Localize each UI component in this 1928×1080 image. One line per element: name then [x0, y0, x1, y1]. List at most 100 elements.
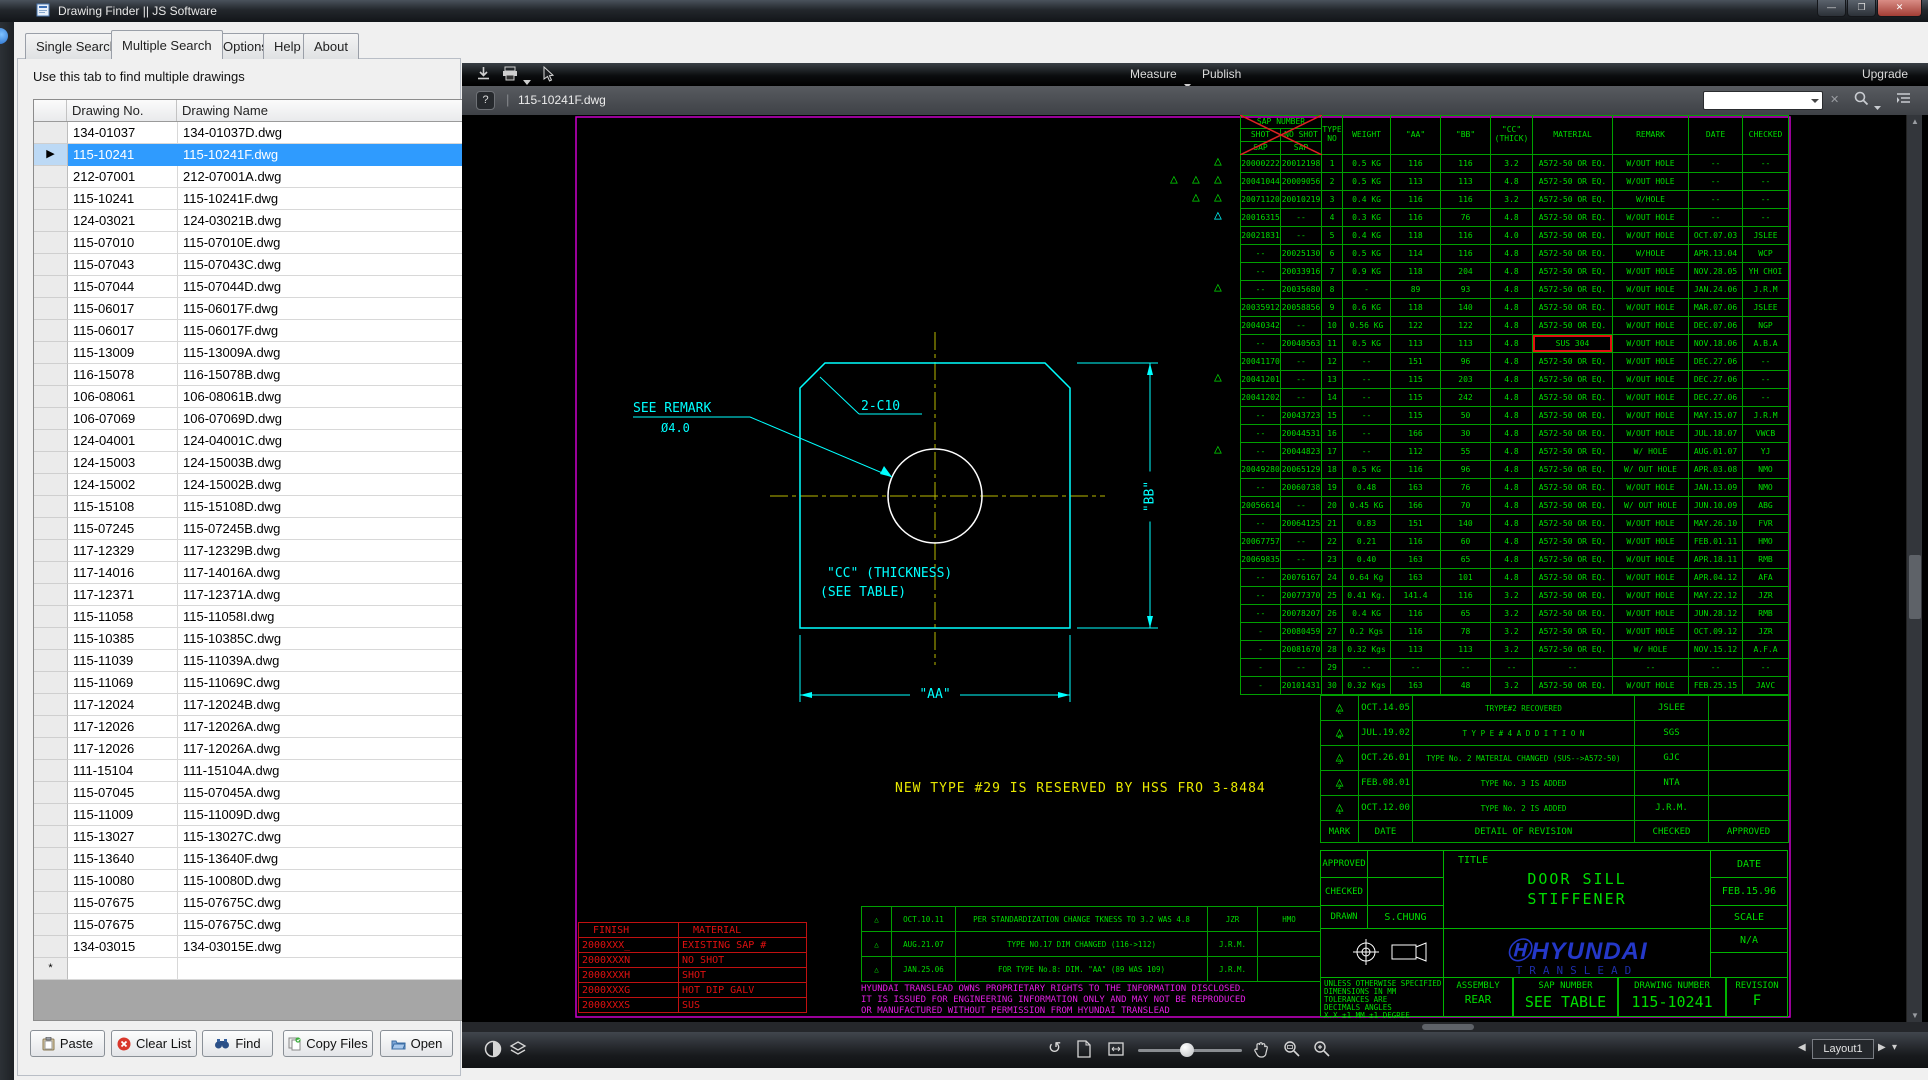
cell-drawing-no[interactable]: 115-13027	[68, 826, 178, 848]
scroll-up-icon[interactable]: ▲	[1911, 117, 1919, 126]
row-header[interactable]	[34, 518, 68, 540]
row-header[interactable]	[34, 210, 68, 232]
row-header[interactable]	[34, 254, 68, 276]
row-header[interactable]	[34, 716, 68, 738]
help-button[interactable]: ?	[476, 91, 495, 110]
row-header[interactable]	[34, 892, 68, 914]
row-header[interactable]	[34, 298, 68, 320]
cell-drawing-no[interactable]: 115-06017	[68, 320, 178, 342]
cell-drawing-no[interactable]: 212-07001	[68, 166, 178, 188]
layout-selector[interactable]: Layout1	[1812, 1039, 1874, 1059]
tab-about[interactable]: About	[303, 33, 359, 59]
cell-drawing-no[interactable]: 115-10241	[68, 144, 178, 166]
cell-drawing-no[interactable]: 115-11009	[68, 804, 178, 826]
row-header[interactable]	[34, 232, 68, 254]
cell-drawing-no[interactable]: 115-15108	[68, 496, 178, 518]
zoom-area-icon[interactable]	[1283, 1040, 1301, 1063]
maximize-button[interactable]: ❐	[1847, 0, 1876, 17]
clear-search-icon[interactable]: ✕	[1830, 93, 1839, 106]
panel-toggle-icon[interactable]	[1896, 92, 1911, 111]
cell-drawing-no[interactable]: 134-01037	[68, 122, 178, 144]
cell-drawing-no[interactable]: 115-07045	[68, 782, 178, 804]
horizontal-scrollbar[interactable]	[462, 1022, 1928, 1032]
row-header[interactable]	[34, 188, 68, 210]
upgrade-button[interactable]: Upgrade	[1862, 67, 1908, 81]
zoom-slider[interactable]	[1138, 1049, 1242, 1052]
cell-drawing-no[interactable]: 115-10241	[68, 188, 178, 210]
row-header[interactable]	[34, 386, 68, 408]
hscroll-thumb[interactable]	[1422, 1024, 1474, 1030]
cell-drawing-no[interactable]: 106-07069	[68, 408, 178, 430]
cell-drawing-no[interactable]: 106-08061	[68, 386, 178, 408]
row-header[interactable]	[34, 694, 68, 716]
cell-drawing-no[interactable]: 111-15104	[68, 760, 178, 782]
minimize-button[interactable]: —	[1817, 0, 1846, 17]
titlebar[interactable]: Drawing Finder || JS Software — ❐ ✕	[0, 0, 1928, 22]
cell-drawing-no[interactable]: 115-13640	[68, 848, 178, 870]
row-header[interactable]	[34, 320, 68, 342]
row-header[interactable]	[34, 474, 68, 496]
row-header[interactable]	[34, 914, 68, 936]
download-icon[interactable]	[476, 66, 491, 86]
cell-drawing-no[interactable]: 124-03021	[68, 210, 178, 232]
cell-drawing-no[interactable]: 115-11039	[68, 650, 178, 672]
row-header[interactable]	[34, 540, 68, 562]
cell-drawing-no[interactable]: 134-03015	[68, 936, 178, 958]
cell-drawing-no[interactable]: 115-07044	[68, 276, 178, 298]
select-cursor-icon[interactable]	[542, 66, 554, 87]
search-input[interactable]	[1703, 91, 1823, 110]
row-header[interactable]	[34, 628, 68, 650]
row-header[interactable]	[34, 122, 68, 144]
row-header[interactable]	[34, 496, 68, 518]
row-header[interactable]	[34, 672, 68, 694]
row-header[interactable]	[34, 826, 68, 848]
close-button[interactable]: ✕	[1877, 0, 1922, 17]
cell-drawing-no[interactable]: 115-07675	[68, 892, 178, 914]
cell-drawing-no[interactable]: 117-12371	[68, 584, 178, 606]
row-header[interactable]	[34, 936, 68, 958]
cell-drawing-no[interactable]: 115-07010	[68, 232, 178, 254]
row-header[interactable]	[34, 650, 68, 672]
chevron-down-icon[interactable]	[1811, 99, 1819, 107]
undo-icon[interactable]: ↺	[1048, 1038, 1061, 1058]
row-header[interactable]	[34, 606, 68, 628]
measure-button[interactable]: Measure	[1130, 67, 1177, 81]
column-header-drawing-no[interactable]: Drawing No.	[67, 100, 177, 121]
layout-caret-icon[interactable]: ▾	[1892, 1042, 1897, 1053]
cell-drawing-no[interactable]: 117-12026	[68, 738, 178, 760]
paste-button[interactable]: Paste	[30, 1030, 105, 1057]
row-header[interactable]	[34, 738, 68, 760]
cell-drawing-no[interactable]: 115-06017	[68, 298, 178, 320]
vertical-scrollbar[interactable]: ▲ ▼	[1906, 115, 1922, 1022]
zoom-in-icon[interactable]	[1313, 1040, 1331, 1063]
cell-drawing-no[interactable]: 117-12329	[68, 540, 178, 562]
cell-drawing-no[interactable]: 115-10385	[68, 628, 178, 650]
row-header[interactable]	[34, 430, 68, 452]
vscroll-thumb[interactable]	[1909, 555, 1921, 619]
zoom-slider-handle[interactable]	[1180, 1043, 1194, 1057]
cell-drawing-no[interactable]: 115-07675	[68, 914, 178, 936]
row-header[interactable]	[34, 584, 68, 606]
row-header[interactable]	[34, 760, 68, 782]
cell-drawing-no[interactable]: 115-07245	[68, 518, 178, 540]
cell-drawing-no[interactable]: 116-15078	[68, 364, 178, 386]
cell-drawing-no[interactable]: 117-14016	[68, 562, 178, 584]
row-header[interactable]	[34, 870, 68, 892]
row-header[interactable]	[34, 276, 68, 298]
print-icon[interactable]	[502, 66, 518, 86]
cell-drawing-no[interactable]: 124-15003	[68, 452, 178, 474]
scroll-down-icon[interactable]: ▼	[1911, 1011, 1919, 1020]
pan-hand-icon[interactable]	[1253, 1040, 1269, 1063]
row-header[interactable]	[34, 782, 68, 804]
search-options-caret-icon[interactable]	[1874, 97, 1881, 115]
row-header[interactable]	[34, 848, 68, 870]
row-header[interactable]	[34, 342, 68, 364]
cell-drawing-no[interactable]: 115-11069	[68, 672, 178, 694]
cell-drawing-no[interactable]: 115-11058	[68, 606, 178, 628]
page-icon[interactable]	[1077, 1040, 1091, 1063]
prev-layout-icon[interactable]: ◀	[1798, 1042, 1806, 1053]
publish-button[interactable]: Publish	[1202, 67, 1241, 81]
layers-icon[interactable]	[509, 1040, 527, 1063]
contrast-icon[interactable]	[484, 1040, 502, 1063]
drawing-canvas[interactable]: SEE REMARK Ø4.0 2-C10 "CC" (THICKNESS) (…	[462, 115, 1928, 1022]
